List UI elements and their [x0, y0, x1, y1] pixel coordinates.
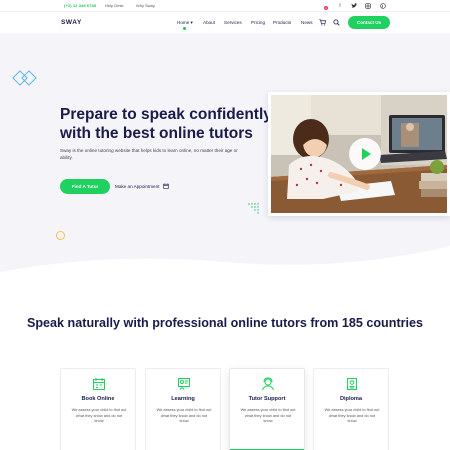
card-description: We assess your child to find out what th… [240, 407, 296, 424]
nav-item-home[interactable]: Home ▾ [177, 20, 193, 26]
nav-item-services[interactable]: Services [224, 20, 242, 25]
phone-number[interactable]: (+2) 12 345 6789 [64, 3, 96, 8]
hero-title: Prepare to speak confidently with the be… [60, 106, 272, 142]
card-title: Learning [171, 396, 195, 402]
chevron-down-icon: ▾ [190, 20, 193, 25]
feature-card-diploma[interactable]: Diploma We assess your child to find out… [313, 368, 389, 450]
diploma-icon [347, 378, 357, 390]
decorative-diamonds [12, 70, 37, 86]
nav-item-pricing[interactable]: Pricing [251, 20, 265, 25]
cart-icon[interactable] [319, 19, 327, 28]
why-sway-link[interactable]: Why Sway [136, 3, 155, 8]
hero-description: Sway is the online tutoring website that… [60, 148, 238, 160]
presentation-icon [178, 378, 190, 390]
hero-wave [0, 232, 450, 280]
calendar-icon [93, 378, 105, 390]
make-appointment-link[interactable]: Make an Appointment [115, 184, 159, 189]
decorative-dots [248, 203, 259, 214]
feature-card-book-online[interactable]: Book Online We assess your child to find… [60, 368, 136, 450]
help-desk-link[interactable]: Help Desk [105, 3, 123, 8]
card-title: Book Online [81, 396, 115, 402]
card-description: We assess your child to find out what th… [156, 407, 212, 424]
search-icon[interactable] [333, 19, 340, 28]
pinterest-icon[interactable] [380, 2, 386, 9]
support-icon [262, 377, 274, 391]
nav-item-about[interactable]: About [203, 20, 215, 25]
feature-card-learning[interactable]: Learning We assess your child to find ou… [145, 368, 221, 450]
find-a-tutor-button[interactable]: Find A Tutor [60, 179, 110, 194]
play-video-button[interactable] [349, 138, 381, 170]
cart-badge: 1 [324, 6, 328, 10]
instagram-icon[interactable] [365, 2, 371, 9]
calendar-icon[interactable] [163, 183, 169, 189]
site-logo[interactable]: SWAY [61, 19, 82, 26]
feature-card-tutor-support[interactable]: Tutor Support We assess your child to fi… [229, 368, 305, 450]
card-title: Tutor Support [248, 396, 286, 402]
play-icon [362, 148, 371, 160]
section-title: Speak naturally with professional online… [26, 316, 424, 330]
twitter-icon[interactable] [351, 2, 357, 9]
facebook-icon[interactable]: f [337, 3, 343, 9]
card-description: We assess your child to find out what th… [71, 407, 127, 424]
nav-item-news[interactable]: News [301, 20, 313, 25]
card-title: Diploma [339, 396, 363, 402]
decorative-circle [56, 231, 65, 240]
nav-item-products[interactable]: Products [273, 20, 291, 25]
active-nav-indicator [183, 26, 186, 30]
contact-us-button[interactable]: Contact Us [348, 16, 390, 29]
top-bar: (+2) 12 345 6789 Help Desk Why Sway f [0, 0, 450, 12]
card-description: We assess your child to find out what th… [324, 407, 380, 424]
